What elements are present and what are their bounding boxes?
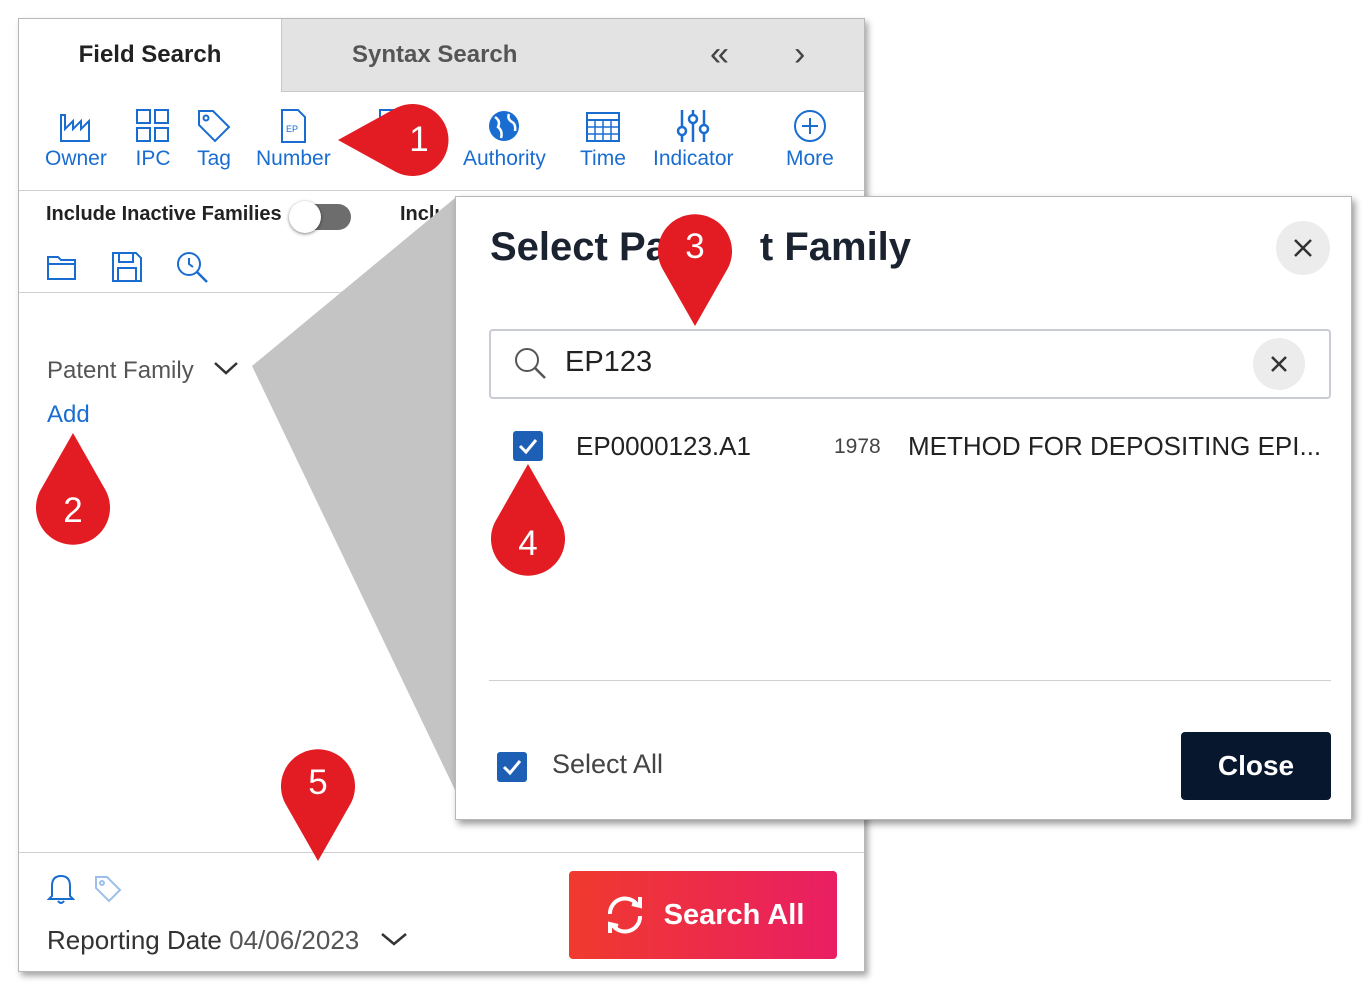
dialog-title-part2: t Family bbox=[759, 225, 912, 269]
toolbar-ipc-label: IPC bbox=[135, 147, 171, 170]
toolbar-divider bbox=[19, 190, 864, 191]
callout-number-1: 1 bbox=[409, 120, 429, 159]
tab-field-search[interactable]: Field Search bbox=[19, 19, 281, 91]
patent-family-label: Patent Family bbox=[47, 357, 194, 384]
svg-text:EP: EP bbox=[286, 124, 298, 134]
open-folder-icon[interactable] bbox=[45, 249, 81, 285]
search-icon bbox=[515, 348, 546, 379]
dialog-divider bbox=[489, 680, 1331, 681]
close-button[interactable]: Close bbox=[1181, 732, 1331, 800]
toolbar-tag[interactable]: Tag bbox=[195, 107, 233, 171]
toolbar-more-label: More bbox=[786, 147, 834, 170]
ep-document-icon: EP bbox=[281, 109, 307, 143]
include-inactive-toggle[interactable] bbox=[289, 201, 351, 233]
sliders-icon bbox=[677, 110, 710, 142]
search-input-value: EP123 bbox=[565, 346, 653, 378]
toolbar-time-label: Time bbox=[580, 147, 626, 170]
reporting-date-selector[interactable]: Reporting Date 04/06/2023 bbox=[47, 925, 409, 956]
select-patent-family-dialog: Select Pa t Family EP123 EP0000123.A1 197… bbox=[455, 196, 1352, 820]
result-title[interactable]: METHOD FOR DEPOSITING EPI... bbox=[908, 431, 1321, 462]
toolbar-more[interactable]: More bbox=[786, 107, 834, 171]
refresh-icon bbox=[607, 896, 642, 934]
next-chevron-icon[interactable]: › bbox=[794, 35, 805, 74]
factory-icon bbox=[59, 114, 90, 142]
select-all-label[interactable]: Select All bbox=[552, 749, 663, 780]
toolbar-owner[interactable]: Owner bbox=[45, 107, 107, 171]
toolbar-tag-label: Tag bbox=[197, 147, 231, 170]
callout-marker-3: 3 bbox=[656, 210, 734, 326]
callout-marker-4: 4 bbox=[489, 464, 567, 580]
result-year: 1978 bbox=[834, 435, 881, 458]
toolbar-indicator[interactable]: Indicator bbox=[653, 107, 734, 171]
save-icon[interactable] bbox=[109, 249, 145, 285]
plus-circle-icon bbox=[793, 110, 826, 142]
tag-icon bbox=[198, 110, 231, 143]
chevron-down-icon bbox=[214, 362, 239, 375]
toolbar-authority[interactable]: Authority bbox=[463, 107, 546, 171]
search-all-button[interactable]: Search All bbox=[569, 871, 837, 959]
bell-icon[interactable] bbox=[47, 871, 75, 905]
callout-number-3: 3 bbox=[685, 227, 705, 266]
select-all-checkbox[interactable] bbox=[497, 752, 527, 782]
callout-number-4: 4 bbox=[518, 524, 538, 563]
reporting-date-label: Reporting Date bbox=[47, 925, 222, 955]
include-option-label: Includ bbox=[400, 203, 459, 225]
include-inactive-label: Include Inactive Families bbox=[46, 203, 282, 225]
toolbar-number-label: Number bbox=[256, 147, 331, 170]
callout-marker-2: 2 bbox=[34, 433, 112, 549]
dialog-title-part1: Select Pa bbox=[490, 225, 668, 269]
reporting-date-value: 04/06/2023 bbox=[229, 925, 360, 955]
tab-syntax-search-label: Syntax Search bbox=[352, 41, 518, 68]
search-all-label: Search All bbox=[663, 898, 805, 931]
add-patent-family-link[interactable]: Add bbox=[47, 401, 90, 429]
footer-divider bbox=[19, 852, 864, 853]
tag-outline-icon[interactable] bbox=[93, 874, 123, 904]
search-history-icon[interactable] bbox=[174, 249, 210, 285]
toolbar-number[interactable]: EP Number bbox=[256, 107, 331, 171]
toolbar-indicator-label: Indicator bbox=[653, 147, 734, 170]
callout-number-2: 2 bbox=[63, 491, 83, 530]
result-number[interactable]: EP0000123.A1 bbox=[576, 431, 751, 462]
tab-syntax-search[interactable]: Syntax Search « › bbox=[281, 19, 864, 92]
calendar-icon bbox=[585, 112, 620, 142]
collapse-double-chevron-icon[interactable]: « bbox=[710, 35, 729, 74]
close-icon bbox=[1294, 239, 1312, 257]
chevron-down-icon bbox=[380, 933, 407, 946]
callout-marker-1: 1 bbox=[338, 100, 458, 184]
toolbar-authority-label: Authority bbox=[463, 147, 546, 170]
toolbar-owner-label: Owner bbox=[45, 147, 107, 170]
patent-family-dropdown[interactable]: Patent Family bbox=[47, 357, 240, 385]
globe-icon bbox=[489, 111, 520, 141]
toggle-knob bbox=[289, 201, 321, 233]
checkmark-icon bbox=[502, 760, 522, 776]
toolbar-time[interactable]: Time bbox=[580, 107, 626, 171]
result-checkbox[interactable] bbox=[513, 431, 543, 461]
toolbar-ipc[interactable]: IPC bbox=[134, 107, 172, 171]
grid-icon bbox=[136, 109, 169, 142]
clear-search-button[interactable] bbox=[1253, 338, 1305, 390]
callout-marker-5: 5 bbox=[279, 745, 357, 861]
close-icon bbox=[1271, 356, 1287, 372]
checkmark-icon bbox=[518, 439, 538, 455]
callout-number-5: 5 bbox=[308, 763, 328, 802]
dialog-close-button[interactable] bbox=[1276, 221, 1330, 275]
patent-family-search-input[interactable]: EP123 bbox=[489, 329, 1331, 399]
